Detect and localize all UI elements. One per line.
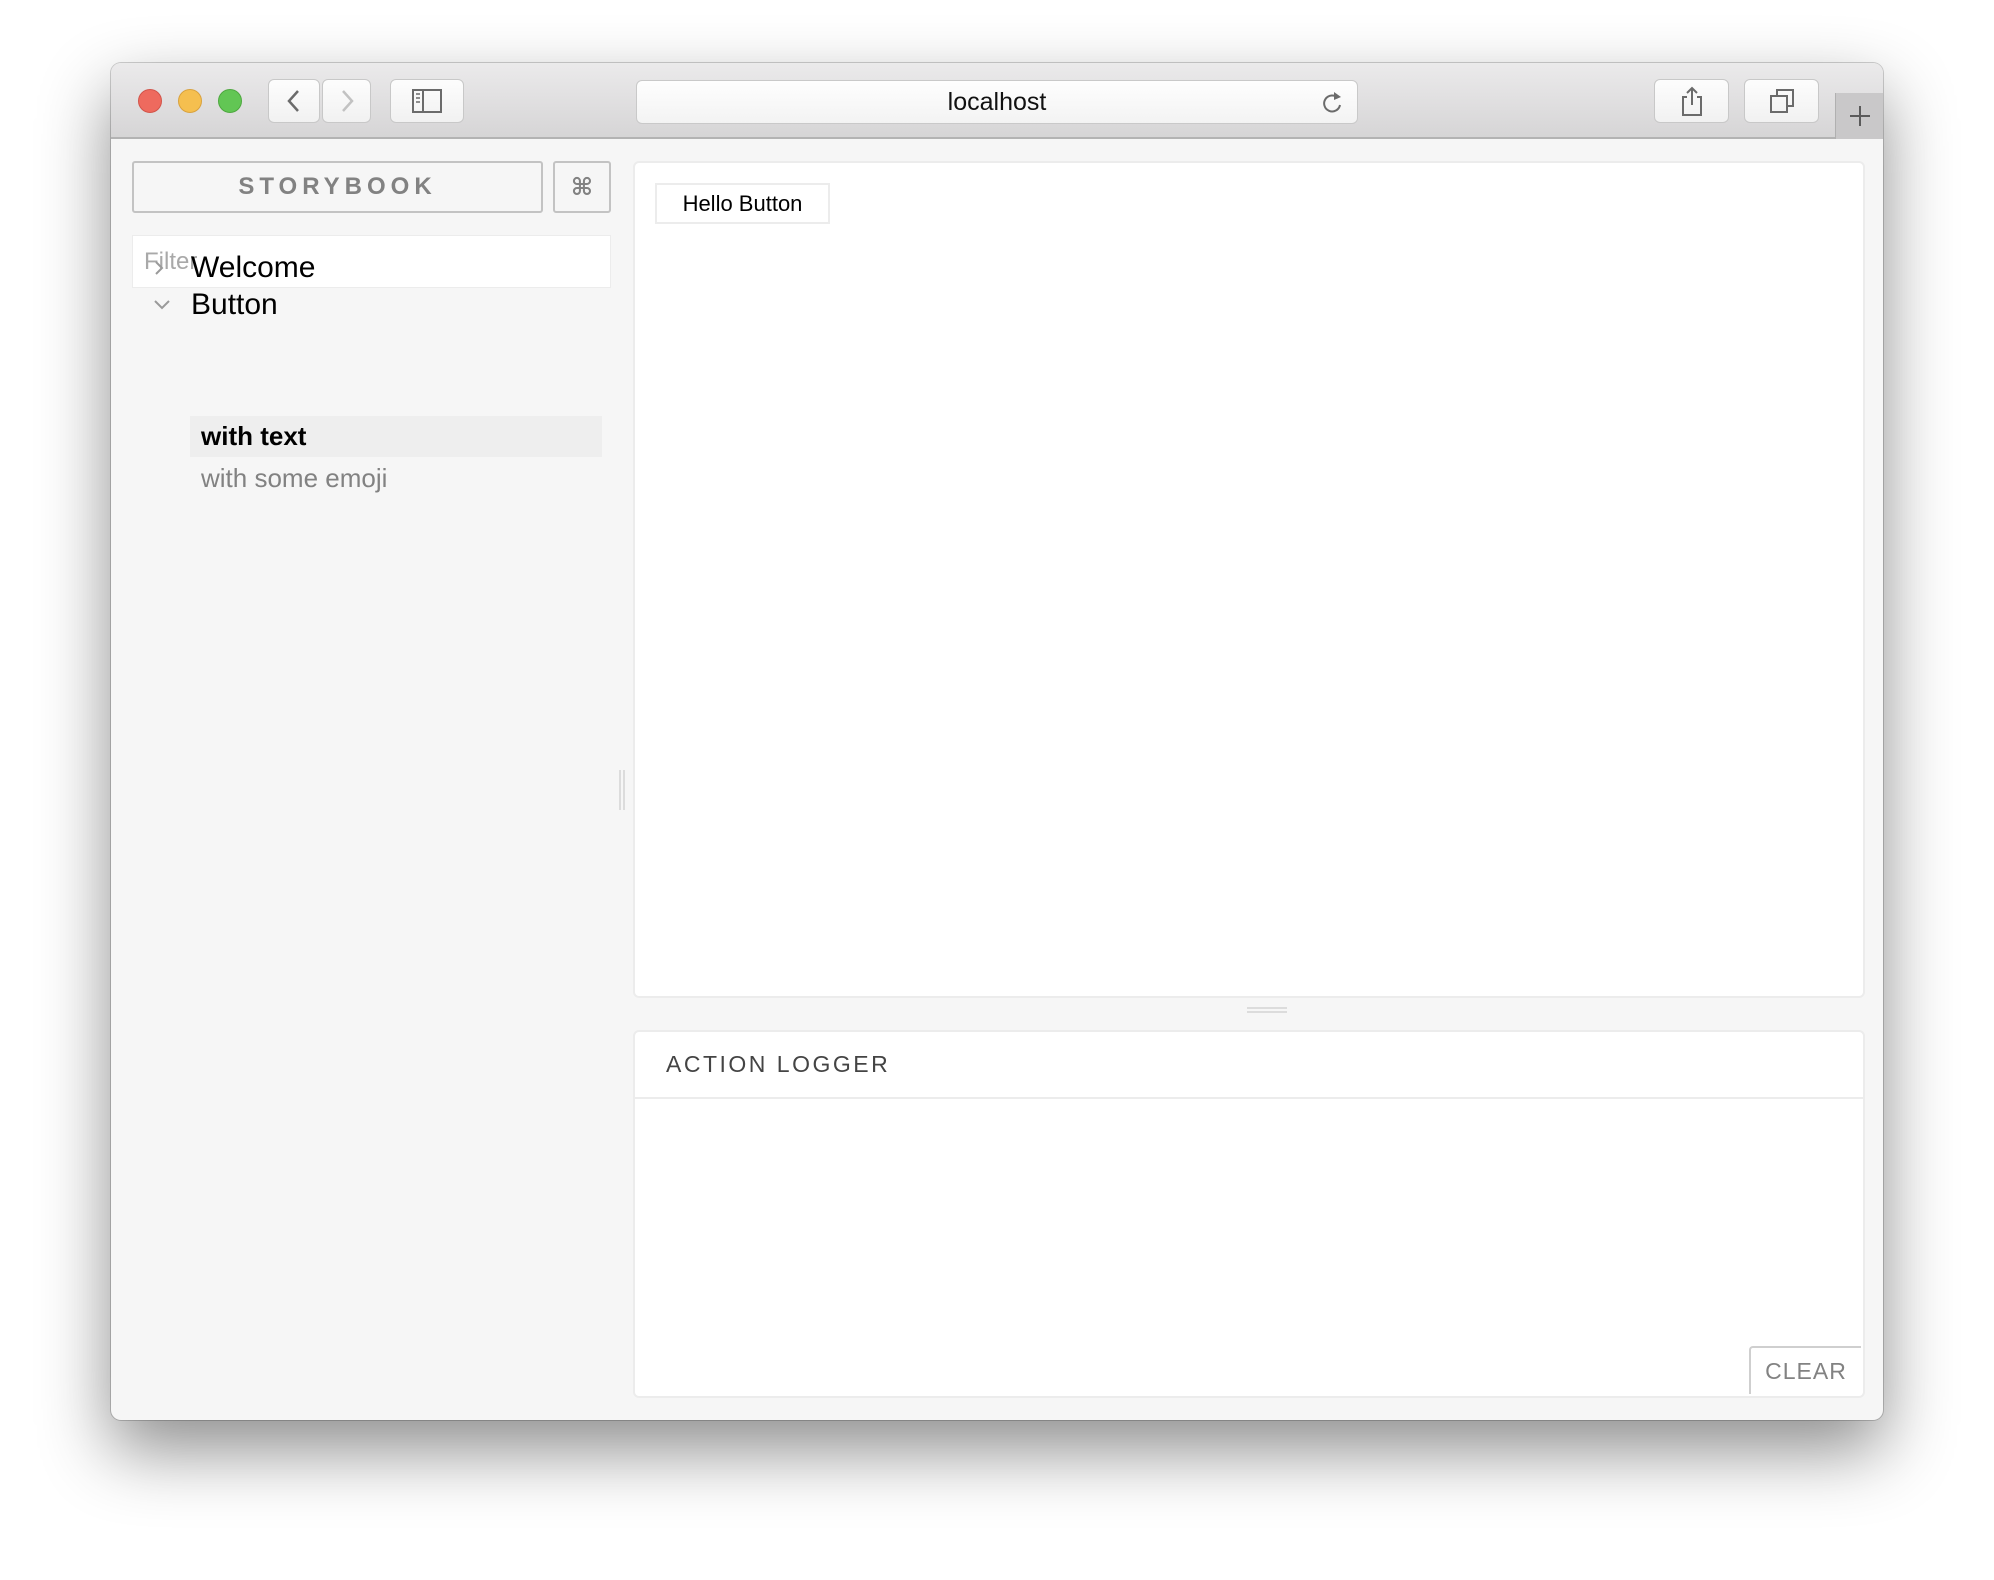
hello-button[interactable]: Hello Button <box>655 183 830 224</box>
chevron-right-icon <box>341 90 354 112</box>
story-item-with-some-emoji[interactable]: with some emoji <box>190 458 602 499</box>
clear-button[interactable]: CLEAR <box>1749 1346 1861 1394</box>
command-icon: ⌘ <box>570 173 594 201</box>
chevron-down-icon <box>151 297 191 313</box>
addon-tab-label: ACTION LOGGER <box>666 1051 891 1077</box>
storybook-title-link[interactable]: STORYBOOK <box>132 161 543 213</box>
forward-button[interactable] <box>322 79 371 123</box>
share-button[interactable] <box>1654 79 1729 123</box>
chevron-right-icon <box>151 257 191 279</box>
new-tab-button[interactable] <box>1835 93 1883 139</box>
sidebar-resize-handle[interactable] <box>619 770 625 810</box>
close-window-button[interactable] <box>138 89 162 113</box>
back-button[interactable] <box>268 79 320 123</box>
addon-panel-resize-handle[interactable] <box>1247 1007 1287 1013</box>
story-preview-frame: Hello Button <box>633 161 1865 998</box>
reload-button[interactable] <box>1319 89 1345 124</box>
tree-item-label: Welcome <box>191 251 316 284</box>
sidebar-toggle-button[interactable] <box>390 79 464 123</box>
minimize-window-button[interactable] <box>178 89 202 113</box>
addon-tab-action-logger[interactable]: ACTION LOGGER <box>635 1032 1863 1099</box>
action-logger-panel: ACTION LOGGER CLEAR <box>633 1030 1865 1398</box>
browser-toolbar: localhost <box>111 63 1883 139</box>
shortcuts-button[interactable]: ⌘ <box>553 161 611 213</box>
browser-window: localhost STORYBOOK ⌘ Welcome Button <box>111 63 1883 1420</box>
sidebar-icon <box>412 89 442 113</box>
address-text: localhost <box>947 87 1047 116</box>
tree-item-welcome[interactable]: Welcome <box>151 248 315 288</box>
address-bar[interactable]: localhost <box>636 80 1358 124</box>
tree-item-label: Button <box>191 288 278 321</box>
story-item-with-text[interactable]: with text <box>190 416 602 457</box>
tree-item-button[interactable]: Button <box>151 285 278 325</box>
share-icon <box>1681 86 1702 116</box>
reload-icon <box>1323 92 1341 113</box>
chevron-left-icon <box>287 90 299 112</box>
show-tabs-button[interactable] <box>1744 79 1819 123</box>
tabs-icon <box>1769 89 1794 113</box>
story-label: with some emoji <box>201 463 388 493</box>
story-label: with text <box>201 421 307 451</box>
plus-icon <box>1849 106 1870 126</box>
zoom-window-button[interactable] <box>218 89 242 113</box>
